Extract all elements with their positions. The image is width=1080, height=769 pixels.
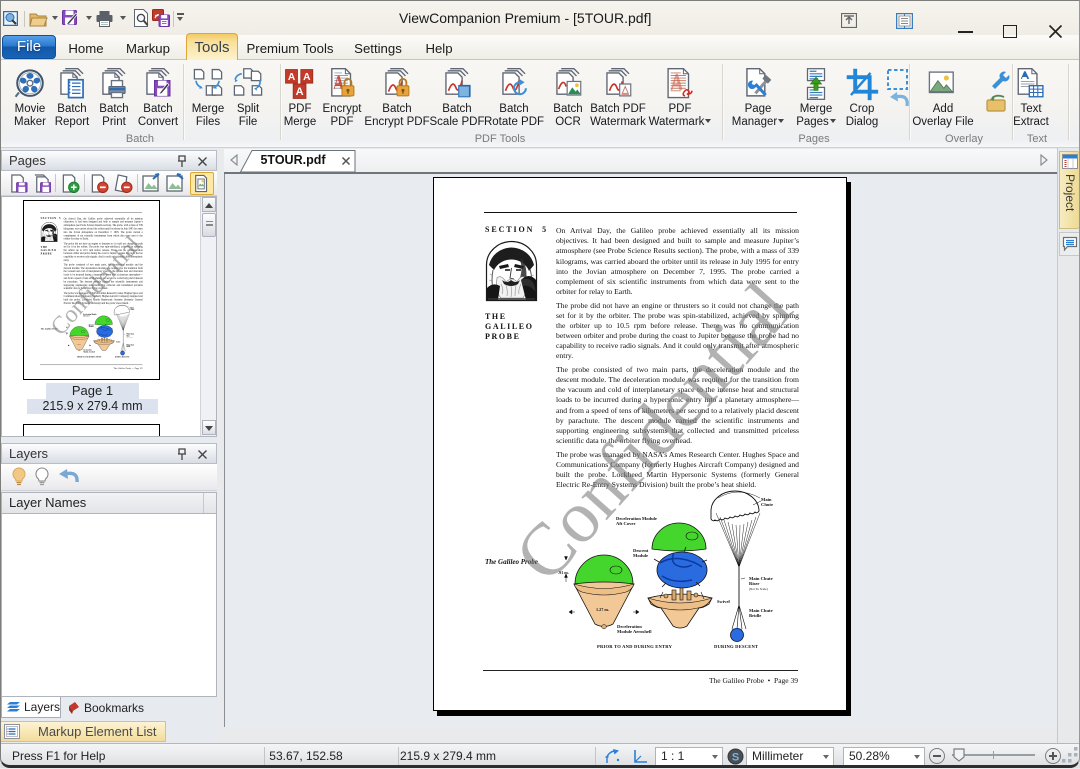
svg-text:A: A [288, 72, 296, 83]
svg-text:A: A [296, 86, 304, 98]
svg-text:S: S [732, 752, 739, 764]
svg-text:A: A [303, 72, 311, 83]
